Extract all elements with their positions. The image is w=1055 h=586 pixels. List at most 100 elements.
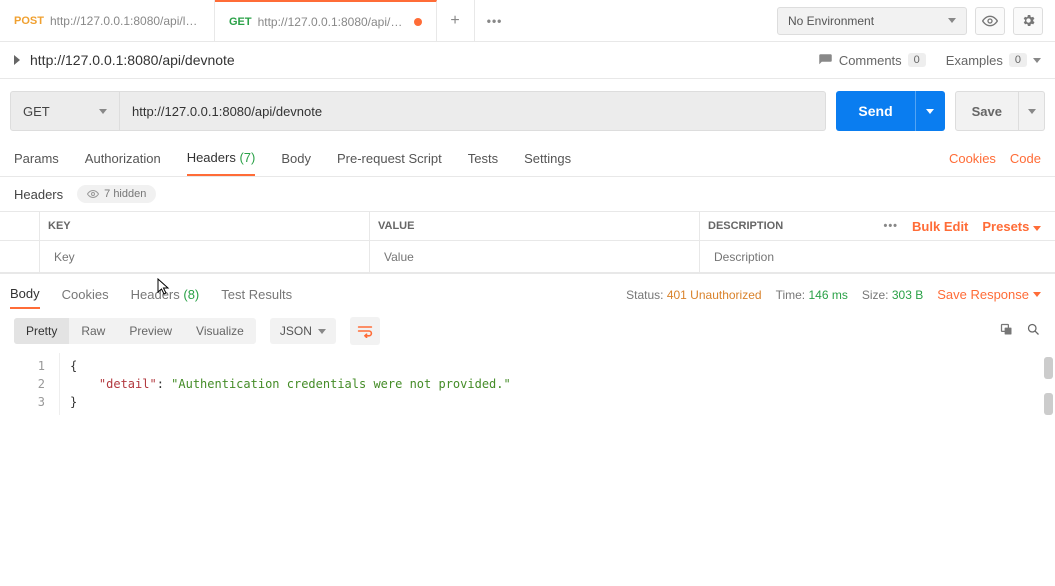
send-split-button[interactable] [915,91,945,131]
environment-preview-button[interactable] [975,7,1005,35]
column-value-heading: VALUE [370,212,700,240]
resp-tab-cookies[interactable]: Cookies [62,281,109,308]
dirty-dot-icon [414,18,422,26]
req-tab-settings[interactable]: Settings [524,141,571,176]
column-key-heading: KEY [40,212,370,240]
kv-new-row [0,241,1055,273]
size-value: 303 B [892,288,923,302]
presets-button[interactable]: Presets [982,219,1041,234]
environment-group: No Environment [765,0,1055,41]
examples-count: 0 [1009,53,1027,67]
scrollbar-thumb[interactable] [1044,357,1053,379]
wrap-icon [357,324,373,338]
body-type-select[interactable]: JSON [270,318,336,344]
tab-get-devnote[interactable]: GET http://127.0.0.1:8080/api/devno... [215,0,437,41]
body-mode-visualize[interactable]: Visualize [184,318,256,344]
bulk-edit-link[interactable]: Bulk Edit [912,219,968,234]
resp-tab-headers-count: (8) [183,287,199,302]
environment-select[interactable]: No Environment [777,7,967,35]
presets-label: Presets [982,219,1029,234]
resp-tab-body[interactable]: Body [10,280,40,309]
comments-count: 0 [908,53,926,67]
tab-url-label: http://127.0.0.1:8080/api/login [50,14,200,28]
line-gutter: 1 2 3 [0,353,60,415]
body-mode-preview[interactable]: Preview [117,318,184,344]
eye-icon [982,13,998,29]
req-tab-authorization[interactable]: Authorization [85,141,161,176]
chevron-down-icon [99,109,107,114]
url-input[interactable] [120,91,826,131]
code-link[interactable]: Code [1010,151,1041,166]
copy-icon [999,322,1014,337]
comments-label: Comments [839,53,902,68]
save-response-label: Save Response [937,287,1029,302]
request-title-group: http://127.0.0.1:8080/api/devnote [14,52,235,68]
chevron-down-icon [1033,292,1041,297]
hidden-headers-toggle[interactable]: 7 hidden [77,185,156,203]
status-value: 401 Unauthorized [667,288,762,302]
time-label: Time: [776,288,806,302]
save-response-button[interactable]: Save Response [937,287,1041,302]
line-number: 1 [0,357,45,375]
http-method-select[interactable]: GET [10,91,120,131]
kv-more-button[interactable]: ••• [883,220,898,232]
response-body-viewer[interactable]: 1 2 3 { "detail": "Authentication creden… [0,353,1055,415]
tab-post-login[interactable]: POST http://127.0.0.1:8080/api/login [0,0,215,41]
open-tabs-row: POST http://127.0.0.1:8080/api/login GET… [0,0,765,41]
examples-label: Examples [946,53,1003,68]
req-tab-headers[interactable]: Headers (7) [187,141,256,176]
resp-tab-test-results[interactable]: Test Results [221,281,292,308]
settings-button[interactable] [1013,7,1043,35]
json-key: "detail" [99,377,157,391]
body-type-label: JSON [280,324,312,338]
header-key-input[interactable] [48,244,369,270]
save-split-button[interactable] [1019,91,1045,131]
comments-button[interactable]: Comments 0 [818,53,926,68]
chevron-down-icon [1028,109,1036,114]
req-tab-headers-label: Headers [187,150,236,165]
examples-button[interactable]: Examples 0 [946,53,1041,68]
chevron-down-icon [948,18,956,23]
header-description-input[interactable] [708,244,1055,270]
chevron-down-icon [1033,58,1041,63]
scrollbar-thumb[interactable] [1044,393,1053,415]
copy-response-button[interactable] [999,322,1014,340]
request-title: http://127.0.0.1:8080/api/devnote [30,52,235,68]
method-badge: POST [14,15,44,27]
req-tab-prerequest[interactable]: Pre-request Script [337,141,442,176]
tabs-overflow-button[interactable]: ••• [475,14,515,28]
search-response-button[interactable] [1026,322,1041,340]
line-number: 3 [0,393,45,411]
response-code: { "detail": "Authentication credentials … [60,353,521,415]
chevron-down-icon [1033,226,1041,231]
json-value: "Authentication credentials were not pro… [171,377,511,391]
cookies-link[interactable]: Cookies [949,151,996,166]
resp-tab-headers-label: Headers [131,287,180,302]
req-tab-tests[interactable]: Tests [468,141,498,176]
eye-icon [87,188,99,200]
status-label: Status: [626,288,663,302]
body-mode-pretty[interactable]: Pretty [14,318,69,344]
method-badge: GET [229,16,252,28]
comment-icon [818,53,833,68]
new-tab-button[interactable]: + [437,0,475,41]
resp-tab-headers[interactable]: Headers (8) [131,281,200,308]
expand-arrow-icon[interactable] [14,55,20,65]
chevron-down-icon [926,109,934,114]
size-label: Size: [862,288,889,302]
req-tab-body[interactable]: Body [281,141,311,176]
save-button[interactable]: Save [955,91,1019,131]
req-tab-params[interactable]: Params [14,141,59,176]
line-wrap-toggle[interactable] [350,317,380,345]
send-button[interactable]: Send [836,91,914,131]
req-tab-headers-count: (7) [239,150,255,165]
time-value: 146 ms [808,288,847,302]
header-value-input[interactable] [378,244,699,270]
body-mode-raw[interactable]: Raw [69,318,117,344]
line-number: 2 [0,375,45,393]
hidden-count-label: 7 hidden [104,188,146,200]
kv-table-header: KEY VALUE DESCRIPTION ••• Bulk Edit Pres… [0,211,1055,241]
headers-section-title: Headers [14,187,63,202]
tab-url-label: http://127.0.0.1:8080/api/devno... [258,15,408,29]
body-view-mode-group: Pretty Raw Preview Visualize [14,318,256,344]
